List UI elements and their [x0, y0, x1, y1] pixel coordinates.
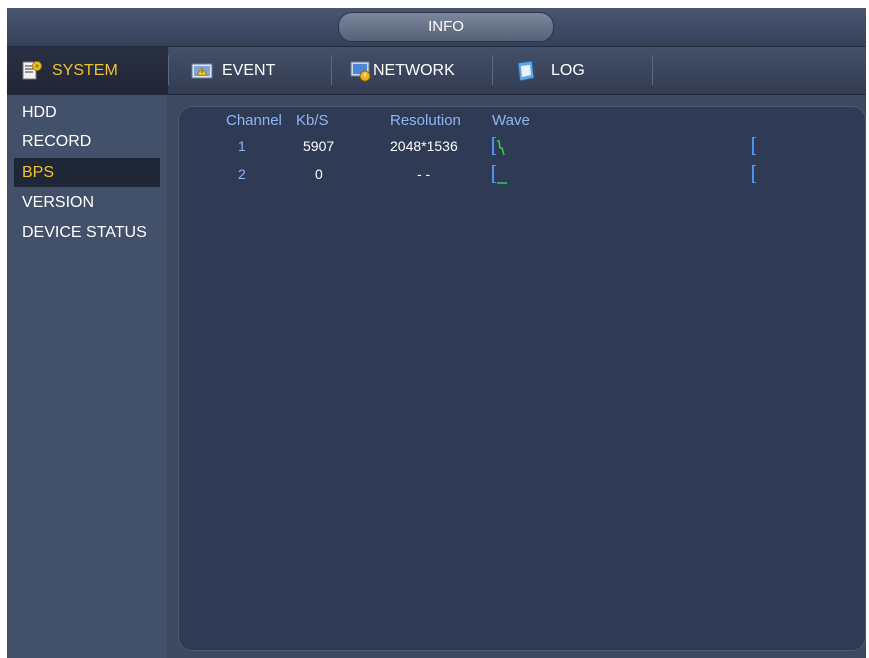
tab-event-label: EVENT: [222, 61, 276, 79]
tab-network-label: NETWORK: [373, 61, 455, 79]
row-kbs: 5907: [303, 138, 335, 154]
column-header-channel: Channel: [226, 112, 282, 129]
sidebar-item-bps[interactable]: BPS: [14, 158, 160, 187]
column-header-kbs: Kb/S: [296, 112, 329, 129]
row-resolution: 2048*1536: [390, 138, 458, 154]
tab-system-label: SYSTEM: [52, 61, 118, 79]
row-channel: 1: [238, 138, 246, 154]
sidebar-item-device-status[interactable]: DEVICE STATUS: [14, 218, 160, 247]
column-header-wave: Wave: [492, 112, 530, 129]
column-header-resolution: Resolution: [390, 112, 461, 129]
sidebar-item-hdd[interactable]: HDD: [14, 98, 160, 127]
tab-log[interactable]: LOG: [507, 47, 652, 94]
wave-right-bracket: [752, 137, 756, 155]
tab-divider: [652, 55, 653, 85]
log-book-icon: [515, 59, 537, 82]
tab-system[interactable]: SYSTEM: [7, 47, 168, 94]
wave-graph: [497, 182, 507, 184]
tab-event[interactable]: EVENT: [179, 47, 329, 94]
title-bar: INFO: [7, 8, 866, 47]
bps-panel: Channel Kb/S Resolution Wave 1 5907 2048…: [178, 106, 866, 651]
tab-divider: [168, 55, 169, 85]
event-alarm-icon: [191, 60, 213, 82]
row-kbs: 0: [315, 166, 323, 182]
info-window: INFO SYSTEM EVENT NETWORK LOG HDD RECORD…: [7, 8, 866, 658]
sidebar: HDD RECORD BPS VERSION DEVICE STATUS: [7, 95, 167, 658]
network-info-icon: [350, 60, 372, 82]
row-channel: 2: [238, 166, 246, 182]
system-settings-icon: [21, 60, 43, 82]
sidebar-item-record[interactable]: RECORD: [14, 127, 160, 156]
wave-graph: [497, 140, 505, 156]
tab-log-label: LOG: [551, 61, 585, 79]
sidebar-item-version[interactable]: VERSION: [14, 188, 160, 217]
tab-divider: [331, 55, 332, 85]
row-resolution: - -: [417, 166, 431, 182]
tab-network[interactable]: NETWORK: [344, 47, 494, 94]
wave-right-bracket: [752, 165, 756, 183]
tab-divider: [492, 55, 493, 85]
window-title: INFO: [338, 12, 554, 42]
main-tab-bar: SYSTEM EVENT NETWORK LOG: [7, 47, 866, 95]
